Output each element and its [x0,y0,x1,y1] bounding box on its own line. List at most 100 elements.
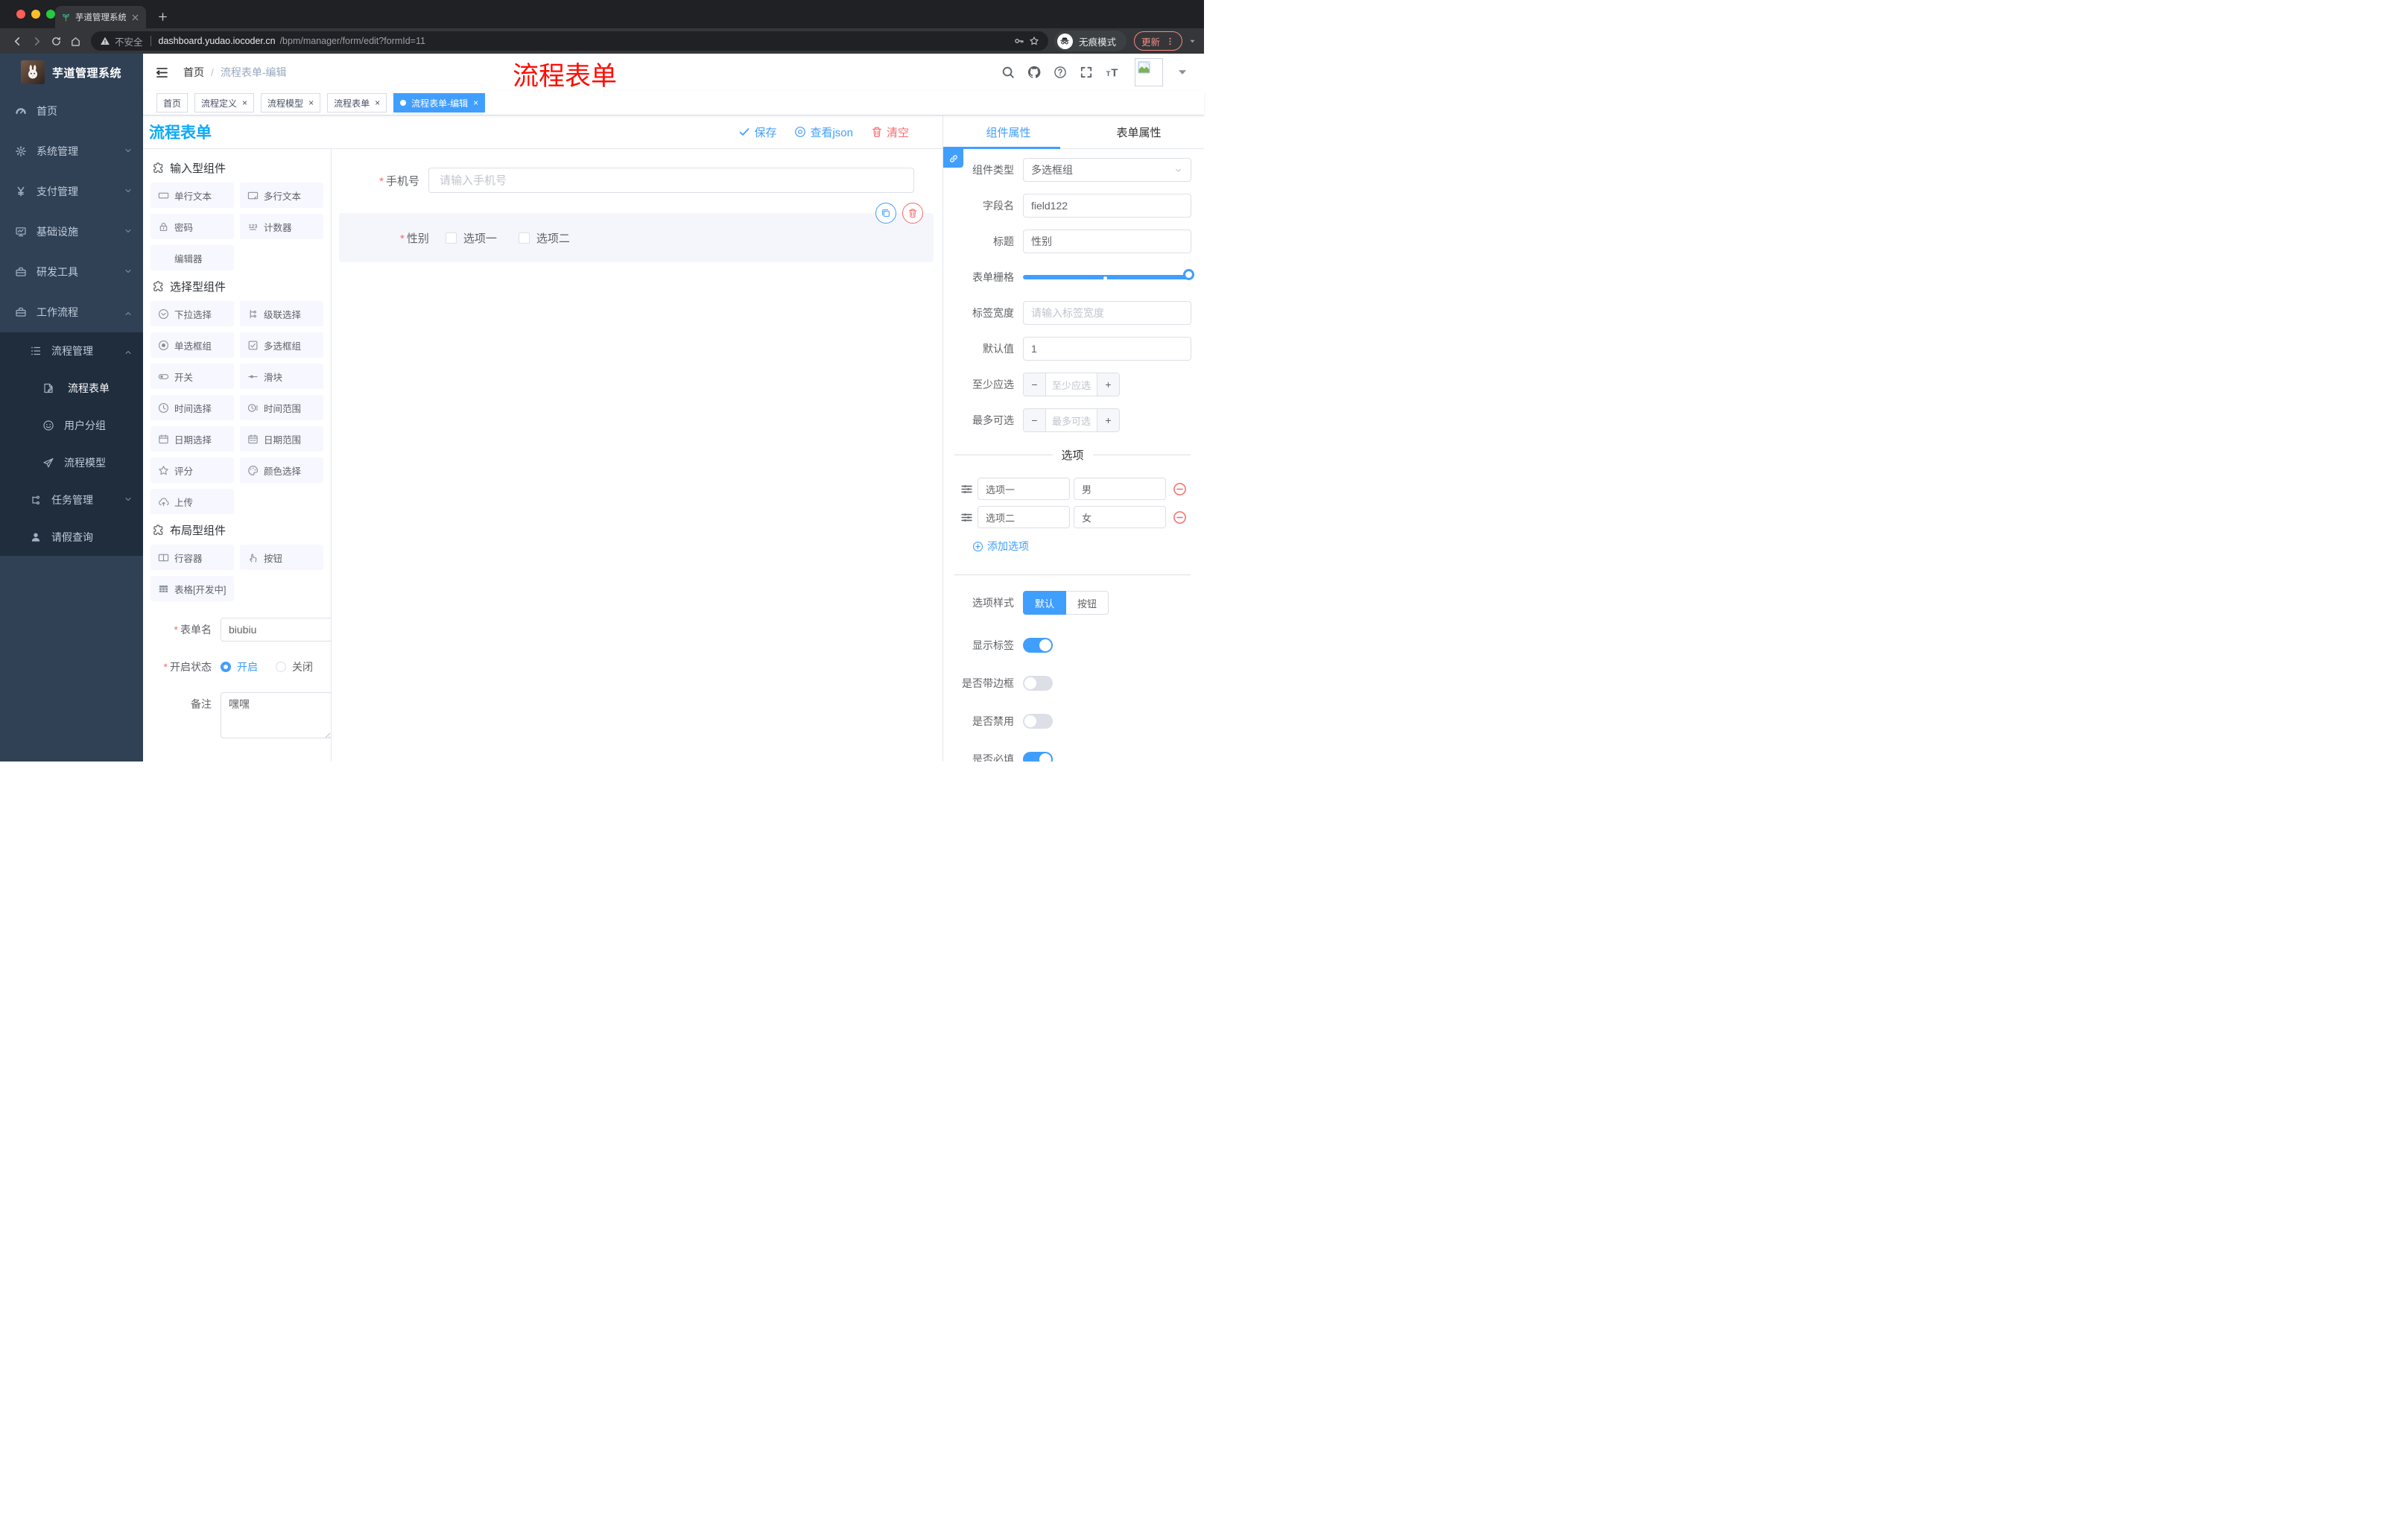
option-text-input[interactable] [978,478,1070,500]
new-tab-button[interactable] [153,7,171,25]
help-icon[interactable] [1054,66,1067,79]
component-级联选择[interactable]: 级联选择 [240,301,323,326]
github-icon[interactable] [1027,66,1041,79]
sidebar-item-基础设施[interactable]: 基础设施 [0,212,143,252]
sidebar-item-系统管理[interactable]: 系统管理 [0,131,143,171]
minus-button[interactable]: − [1024,373,1046,396]
select-组件类型[interactable]: 多选框组 [1023,158,1191,182]
font-size-icon[interactable]: TT [1106,66,1119,79]
tab-close-icon[interactable]: × [375,98,380,107]
copy-component-button[interactable] [875,203,896,224]
checkbox-box-icon[interactable] [518,232,530,244]
sidebar-collapse-icon[interactable] [152,66,171,80]
input-默认值[interactable] [1023,337,1191,361]
phone-input[interactable] [428,168,914,193]
component-编辑器[interactable]: 编辑器 [150,245,234,270]
canvas-field-gender-selected[interactable]: * 性别 选项一 选项二 [339,203,934,262]
input-标题[interactable] [1023,229,1191,253]
home-icon[interactable] [66,31,85,51]
drag-handle-icon[interactable] [960,511,973,524]
component-开关[interactable]: 开关 [150,364,234,389]
stepper-至少应选[interactable]: − 至少应选 + [1023,373,1120,396]
breadcrumb-home[interactable]: 首页 [183,65,204,80]
option-value-input[interactable] [1074,506,1166,528]
checkbox-选项二[interactable]: 选项二 [518,230,570,246]
delete-component-button[interactable] [902,203,923,224]
checkbox-box-icon[interactable] [445,232,457,244]
sidebar-item-流程表单[interactable]: 流程表单 [0,370,143,407]
reload-icon[interactable] [46,31,66,51]
sidebar-item-研发工具[interactable]: 研发工具 [0,252,143,292]
window-minimize-button[interactable] [31,10,40,19]
link-icon[interactable] [943,149,963,168]
sidebar-item-任务管理[interactable]: 任务管理 [0,481,143,519]
password-key-icon[interactable] [1014,36,1024,46]
tags-view-tab-流程模型[interactable]: 流程模型 × [261,93,321,113]
slider-表单栅格[interactable] [1023,265,1194,289]
canvas-field-phone[interactable]: * 手机号 [332,168,914,193]
component-时间选择[interactable]: 时间选择 [150,395,234,420]
status-radio-off[interactable]: 关闭 [276,659,313,674]
tags-view-tab-流程定义[interactable]: 流程定义 × [194,93,255,113]
component-行容器[interactable]: 行容器 [150,545,234,570]
sidebar-item-用户分组[interactable]: 用户分组 [0,407,143,444]
status-radio-on[interactable]: 开启 [221,659,258,674]
input-字段名[interactable] [1023,194,1191,218]
forward-icon[interactable] [27,31,46,51]
sidebar-item-工作流程[interactable]: 工作流程 [0,292,143,332]
search-icon[interactable] [1001,66,1015,79]
component-下拉选择[interactable]: 下拉选择 [150,301,234,326]
window-close-button[interactable] [16,10,25,19]
sidebar-item-流程模型[interactable]: 流程模型 [0,444,143,481]
form-remark-textarea[interactable]: 嘿嘿 [221,692,331,738]
sidebar-item-流程管理[interactable]: 流程管理 [0,332,143,370]
switch-显示标签[interactable] [1023,638,1053,653]
component-按钮[interactable]: 按钮 [240,545,323,570]
add-option-button[interactable]: 添加选项 [972,539,1191,554]
plus-button[interactable]: + [1097,373,1119,396]
browser-tab[interactable]: 芋道管理系统 [55,6,146,28]
sidebar-item-支付管理[interactable]: 支付管理 [0,171,143,212]
input-标签宽度[interactable] [1023,301,1191,325]
switch-是否禁用[interactable] [1023,714,1053,729]
option-text-input[interactable] [978,506,1070,528]
option-value-input[interactable] [1074,478,1166,500]
checkbox-选项一[interactable]: 选项一 [445,230,497,246]
component-日期选择[interactable]: 日期选择 [150,426,234,452]
switch-是否必填[interactable] [1023,752,1053,762]
sidebar-item-首页[interactable]: 首页 [0,91,143,131]
slider-handle[interactable] [1183,269,1194,280]
logo[interactable]: 芋道管理系统 [0,54,143,91]
component-日期范围[interactable]: 日期范围 [240,426,323,452]
tags-view-tab-流程表单[interactable]: 流程表单 × [327,93,387,113]
tab-close-icon[interactable] [130,13,140,22]
props-tab-组件属性[interactable]: 组件属性 [943,115,1074,148]
switch-是否带边框[interactable] [1023,676,1053,691]
back-icon[interactable] [7,31,27,51]
plus-button[interactable]: + [1097,409,1119,431]
tab-close-icon[interactable]: × [308,98,314,107]
chevron-down-icon[interactable] [1176,66,1189,79]
drag-handle-icon[interactable] [960,483,973,495]
component-滑块[interactable]: 滑块 [240,364,323,389]
component-时间范围[interactable]: 时间范围 [240,395,323,420]
remove-option-icon[interactable] [1173,510,1187,525]
component-评分[interactable]: 评分 [150,457,234,483]
component-密码[interactable]: 密码 [150,214,234,239]
menu-dots-icon[interactable] [1165,37,1175,46]
component-多选框组[interactable]: 多选框组 [240,332,323,358]
component-计数器[interactable]: 123 计数器 [240,214,323,239]
bookmark-star-icon[interactable] [1029,36,1039,46]
fullscreen-icon[interactable] [1080,66,1093,79]
form-canvas[interactable]: *手机号 *性别 选项一 选项二 [332,149,942,762]
props-tab-表单属性[interactable]: 表单属性 [1074,115,1204,148]
remove-option-icon[interactable] [1173,482,1187,496]
style-option-默认[interactable]: 默认 [1023,591,1067,615]
tags-view-tab-首页[interactable]: 首页 [156,93,188,113]
component-上传[interactable]: 上传 [150,489,234,514]
sidebar-item-请假查询[interactable]: 请假查询 [0,519,143,556]
component-多行文本[interactable]: 多行文本 [240,183,323,208]
component-颜色选择[interactable]: 颜色选择 [240,457,323,483]
style-option-按钮[interactable]: 按钮 [1066,591,1109,615]
component-表格[开发中][interactable]: 表格[开发中] [150,576,234,601]
